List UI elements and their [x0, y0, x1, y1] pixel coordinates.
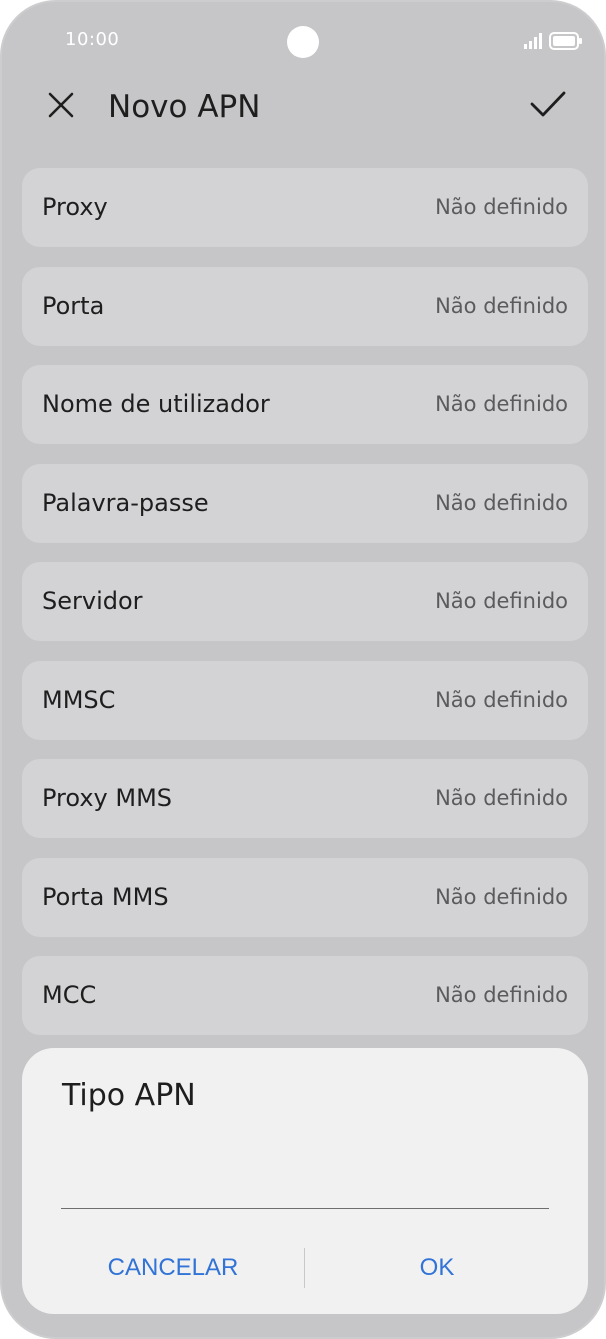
field-value: Não definido — [435, 983, 568, 1007]
field-row-server[interactable]: Servidor Não definido — [22, 562, 588, 641]
field-label: Porta — [42, 291, 105, 320]
field-label: Proxy MMS — [42, 784, 173, 812]
field-row-password[interactable]: Palavra-passe Não definido — [22, 463, 588, 543]
check-icon — [529, 89, 567, 123]
close-icon — [47, 91, 75, 123]
field-row-porta-mms[interactable]: Porta MMS Não definido — [22, 857, 588, 937]
field-label: MCC — [42, 981, 97, 1009]
close-button[interactable] — [40, 86, 82, 128]
battery-icon — [549, 32, 583, 50]
field-value: Não definido — [435, 392, 568, 416]
field-value: Não definido — [435, 687, 568, 712]
camera-cutout — [287, 26, 319, 58]
field-label: Servidor — [42, 587, 143, 615]
field-value: Não definido — [435, 195, 568, 219]
page-title: Novo APN — [108, 89, 261, 125]
field-value: Não definido — [435, 589, 568, 613]
cancel-button[interactable]: CANCELAR — [62, 1245, 284, 1291]
status-bar: 10:00 — [2, 2, 604, 82]
field-value: Não definido — [435, 293, 568, 318]
field-label: Proxy — [42, 193, 108, 221]
field-value: Não definido — [435, 786, 568, 810]
dialog-title: Tipo APN — [62, 1078, 196, 1113]
field-label: Palavra-passe — [42, 488, 209, 517]
field-row-mmsc[interactable]: MMSC Não definido — [22, 660, 588, 740]
field-row-proxy[interactable]: Proxy Não definido — [22, 168, 588, 247]
status-time: 10:00 — [65, 29, 120, 50]
field-value: Não definido — [435, 490, 568, 515]
apn-field-list: Proxy Não definido Porta Não definido No… — [22, 168, 588, 1055]
signal-icon — [524, 33, 544, 49]
apn-type-input[interactable] — [61, 1156, 549, 1209]
ok-button[interactable]: OK — [326, 1245, 548, 1291]
field-label: Nome de utilizador — [42, 390, 270, 418]
field-label: Porta MMS — [42, 882, 169, 911]
field-row-username[interactable]: Nome de utilizador Não definido — [22, 365, 588, 444]
apn-type-dialog: Tipo APN CANCELAR OK — [22, 1048, 588, 1314]
field-row-proxy-mms[interactable]: Proxy MMS Não definido — [22, 759, 588, 838]
confirm-button[interactable] — [524, 84, 572, 128]
phone-screen: 10:00 Novo APN Proxy Não definido Porta … — [0, 0, 606, 1339]
field-label: MMSC — [42, 685, 116, 714]
app-header: Novo APN — [2, 72, 604, 142]
field-row-porta[interactable]: Porta Não definido — [22, 266, 588, 346]
field-row-mcc[interactable]: MCC Não definido — [22, 956, 588, 1035]
field-value: Não definido — [435, 884, 568, 909]
button-divider — [304, 1248, 305, 1288]
